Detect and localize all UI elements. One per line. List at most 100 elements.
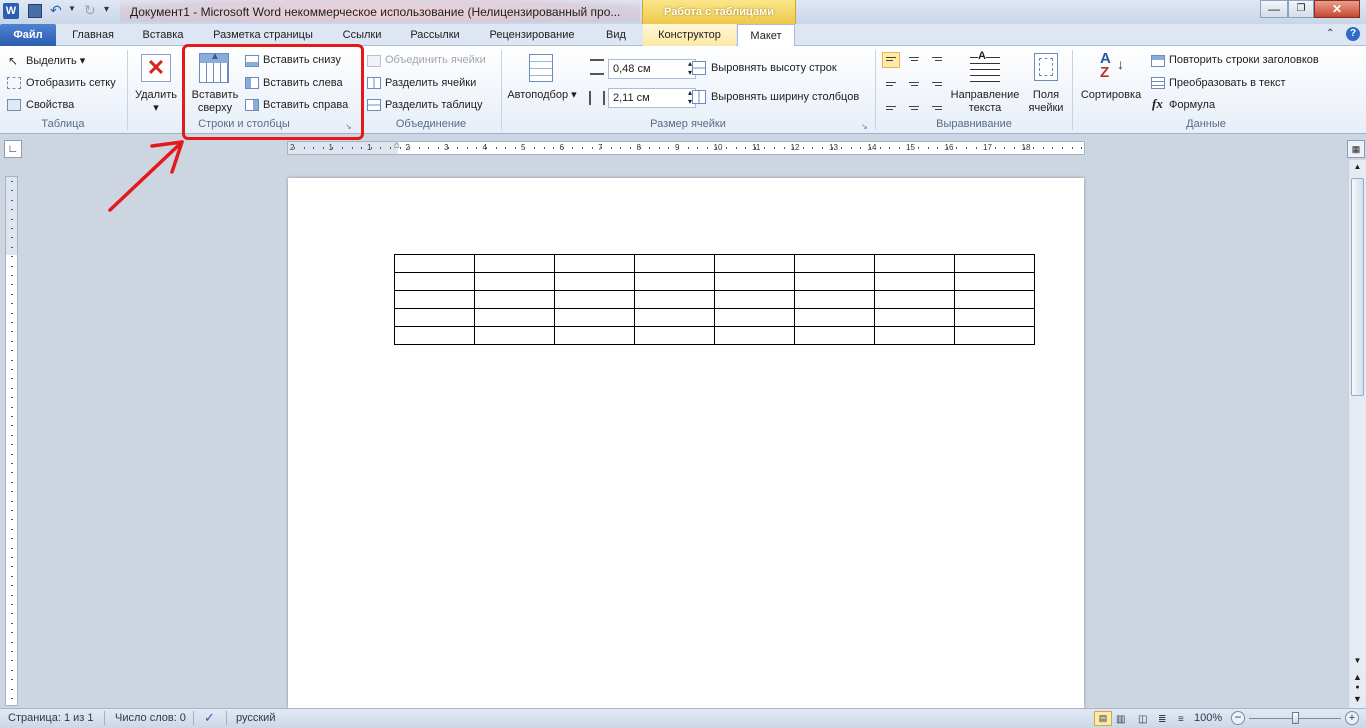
column-width-input[interactable]: 2,11 см ▴ ▾ (608, 88, 696, 108)
tab-file[interactable]: Файл (0, 24, 56, 46)
table-cell[interactable] (714, 290, 795, 309)
draft-view-icon[interactable]: ≡ (1178, 710, 1184, 728)
scroll-down-icon[interactable]: ▼ (1350, 656, 1365, 670)
view-ruler-icon[interactable]: ▦ (1347, 140, 1365, 158)
word-count-status[interactable]: Число слов: 0 (115, 709, 186, 728)
tab-layout[interactable]: Макет (737, 24, 795, 47)
indent-marker-icon[interactable]: ⌂ (394, 140, 400, 151)
table-cell[interactable] (794, 272, 875, 291)
align-bottom-right-button[interactable] (928, 97, 946, 113)
table-cell[interactable] (474, 272, 555, 291)
table-row[interactable] (394, 272, 1035, 291)
distribute-columns-button[interactable]: Выровнять ширину столбцов (711, 91, 859, 103)
vertical-scrollbar[interactable]: ▲ ▼ ▲ ● ▼ (1348, 160, 1366, 708)
browse-object-icon[interactable]: ● (1350, 684, 1365, 694)
outline-view-icon[interactable]: ≣ (1158, 710, 1166, 728)
zoom-slider-thumb[interactable] (1292, 712, 1299, 724)
next-page-icon[interactable]: ▼ (1350, 694, 1365, 706)
table-cell[interactable] (874, 272, 955, 291)
align-top-right-button[interactable] (928, 52, 946, 68)
undo-dropdown-icon[interactable]: ▼ (68, 4, 76, 13)
table-cell[interactable] (634, 308, 715, 327)
table-cell[interactable] (554, 272, 635, 291)
table-cell[interactable] (954, 326, 1035, 345)
vertical-ruler[interactable] (5, 176, 18, 706)
table-cell[interactable] (714, 254, 795, 273)
full-screen-reading-view-icon[interactable]: ▥ (1116, 710, 1125, 728)
table-cell[interactable] (474, 308, 555, 327)
table-row[interactable] (394, 254, 1035, 273)
convert-to-text-button[interactable]: Преобразовать в текст (1169, 77, 1286, 89)
tab-review[interactable]: Рецензирование (480, 24, 584, 46)
table-cell[interactable] (874, 326, 955, 345)
table-cell[interactable] (634, 326, 715, 345)
align-top-left-button[interactable] (882, 52, 900, 68)
align-middle-right-button[interactable] (928, 75, 946, 91)
align-bottom-center-button[interactable] (905, 97, 923, 113)
restore-button[interactable]: ❐ (1288, 0, 1314, 18)
table-cell[interactable] (474, 290, 555, 309)
table-cell[interactable] (794, 326, 875, 345)
table-cell[interactable] (714, 272, 795, 291)
table-cell[interactable] (954, 254, 1035, 273)
ribbon-minimize-icon[interactable]: ⌃ (1326, 28, 1334, 39)
tab-insert[interactable]: Вставка (133, 24, 193, 46)
align-top-center-button[interactable] (905, 52, 923, 68)
close-button[interactable]: ✕ (1314, 0, 1360, 18)
table-cell[interactable] (954, 308, 1035, 327)
table-cell[interactable] (874, 290, 955, 309)
table-row[interactable] (394, 308, 1035, 327)
table-cell[interactable] (554, 308, 635, 327)
table-row[interactable] (394, 290, 1035, 309)
text-direction-button[interactable]: Направление текста (946, 89, 1024, 115)
table-cell[interactable] (394, 290, 475, 309)
align-middle-center-button[interactable] (905, 75, 923, 91)
tab-design[interactable]: Конструктор (643, 24, 736, 46)
table-cell[interactable] (874, 308, 955, 327)
table-cell[interactable] (394, 308, 475, 327)
help-icon[interactable]: ? (1346, 27, 1360, 41)
undo-icon[interactable]: ↶ (50, 2, 62, 19)
autofit-button[interactable]: Автоподбор ▾ (507, 89, 577, 102)
tab-page-layout[interactable]: Разметка страницы (202, 24, 324, 46)
table-cell[interactable] (474, 326, 555, 345)
row-height-input[interactable]: 0,48 см ▴ ▾ (608, 59, 696, 79)
align-middle-left-button[interactable] (882, 75, 900, 91)
web-layout-view-icon[interactable]: ◫ (1138, 710, 1147, 728)
table-cell[interactable] (874, 254, 955, 273)
tab-home[interactable]: Главная (62, 24, 124, 46)
tab-selector-icon[interactable]: ∟ (4, 140, 22, 158)
table-cell[interactable] (394, 272, 475, 291)
proofing-icon[interactable]: ✓ (204, 708, 215, 727)
table-cell[interactable] (554, 326, 635, 345)
table-cell[interactable] (954, 290, 1035, 309)
table-cell[interactable] (394, 254, 475, 273)
save-icon[interactable] (28, 4, 42, 18)
minimize-button[interactable]: — (1260, 0, 1288, 18)
tab-view[interactable]: Вид (596, 24, 636, 46)
zoom-out-icon[interactable]: − (1231, 711, 1245, 725)
scroll-up-icon[interactable]: ▲ (1350, 162, 1365, 176)
table-cell[interactable] (954, 272, 1035, 291)
sort-button[interactable]: Сортировка (1076, 89, 1146, 102)
tab-mailings[interactable]: Рассылки (400, 24, 470, 46)
show-grid-button[interactable]: Отобразить сетку (26, 77, 116, 89)
previous-page-icon[interactable]: ▲ (1350, 672, 1365, 684)
split-table-button[interactable]: Разделить таблицу (385, 99, 483, 111)
repeat-header-rows-button[interactable]: Повторить строки заголовков (1169, 54, 1319, 66)
delete-button[interactable]: Удалить ▾ (132, 89, 180, 115)
page-count-status[interactable]: Страница: 1 из 1 (8, 709, 94, 728)
horizontal-ruler[interactable]: 21123456789101112131415161718⌂ (287, 140, 1085, 155)
distribute-rows-button[interactable]: Выровнять высоту строк (711, 62, 837, 74)
redo-icon[interactable]: ↻ (84, 2, 96, 19)
language-status[interactable]: русский (236, 709, 275, 728)
merge-cells-button[interactable]: Объединить ячейки (385, 54, 486, 66)
table-cell[interactable] (554, 290, 635, 309)
formula-button[interactable]: Формула (1169, 99, 1215, 111)
dialog-launcher-icon[interactable]: ↘ (861, 122, 868, 131)
table-cell[interactable] (794, 254, 875, 273)
document-table[interactable] (394, 254, 1035, 345)
table-cell[interactable] (634, 272, 715, 291)
table-cell[interactable] (634, 290, 715, 309)
split-cells-button[interactable]: Разделить ячейки (385, 77, 476, 89)
